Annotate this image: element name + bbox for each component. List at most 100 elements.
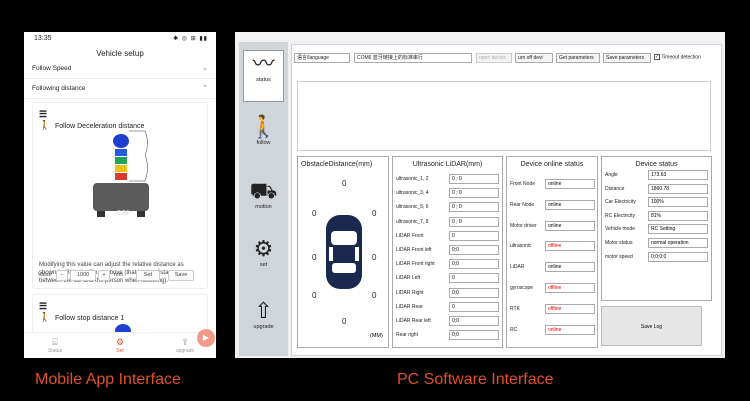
ultrasonic-row-label: LiDAR Right	[396, 289, 424, 296]
ultrasonic-row-value: 0 ; 0	[449, 174, 499, 184]
sidebar-label: motion	[255, 204, 272, 210]
sidebar-label: follow	[256, 140, 271, 146]
online-row-label: gyroscope	[510, 285, 534, 291]
ultrasonic-row-label: LiDAR Front left	[396, 247, 432, 253]
value-input[interactable]: 1000	[70, 270, 96, 281]
obstacle-value-rear-right: 0	[372, 291, 377, 300]
device-status-row-value: 0;0;0;0	[648, 251, 708, 262]
timeout-detection-checkbox[interactable]: ✓ Timeout detection	[654, 54, 701, 60]
chart-icon: ⌸	[52, 337, 58, 347]
online-row-value: offline	[545, 241, 595, 252]
save-button[interactable]: Save	[168, 270, 194, 281]
device-status-row-value: 1860.78	[648, 183, 708, 194]
sidebar-item-follow[interactable]: 🚶 follow	[239, 114, 288, 146]
online-row-label: LiDAR	[510, 264, 525, 271]
truck-icon: ⛟	[249, 178, 278, 203]
upload-arrow-icon: ⇧	[254, 298, 273, 323]
video-icon: ▶	[202, 333, 210, 342]
sidebar-item-set[interactable]: ⚙ set	[239, 236, 288, 268]
device-status-row-value: normal operation	[648, 238, 708, 248]
device-status-row-value: 100%	[648, 197, 708, 208]
panel-title: Ultrasonic LiDAR(mm)	[412, 161, 483, 168]
device-status-row-label: Distance	[605, 185, 625, 192]
online-row-label: RTK	[510, 305, 520, 312]
timeout-label: Timeout detection	[661, 54, 701, 61]
ultrasonic-row-label: ultrasonic_1, 2	[396, 176, 429, 182]
device-status-row-label: Angle	[605, 172, 618, 178]
nav-set[interactable]: ⚙ Set	[95, 336, 145, 354]
nav-set-label: Set	[116, 348, 124, 354]
online-row-value: offline	[545, 283, 595, 293]
obstacle-value-front-left: 0	[312, 209, 317, 218]
obstacle-unit: (MM)	[370, 333, 383, 339]
device-status-row-value: 173.63	[648, 170, 708, 180]
obstacle-value-rear-left: 0	[312, 291, 317, 300]
nav-status-label: Status	[47, 348, 63, 354]
gear-icon: ⚙	[253, 236, 274, 261]
language-select[interactable]: 语言/language	[294, 53, 350, 63]
online-row-label: ultrasonic	[510, 243, 532, 250]
device-status-row-label: motor speed	[605, 253, 633, 260]
online-row-label: Motor driver	[510, 222, 537, 229]
ultrasonic-row-value: 0 ; 0	[449, 188, 499, 199]
ultrasonic-row-label: Rear right	[396, 332, 418, 339]
phone-status-bar: 13:35 ✱ ◎ ⊞ ▮▮	[24, 32, 216, 46]
ultrasonic-lidar-panel: Ultrasonic LiDAR(mm) ultrasonic_1, 2 0 ; …	[392, 156, 503, 348]
nav-upgrade-label: upgrade	[175, 348, 195, 354]
obstacle-value-rear: 0	[342, 317, 347, 326]
ultrasonic-row-label: ultrasonic_5, 6	[396, 204, 429, 211]
open-device-button[interactable]: open device	[476, 53, 512, 63]
walking-person-icon: ☰🚶	[39, 301, 51, 322]
nav-status[interactable]: ⌸ Status	[30, 336, 80, 354]
ultrasonic-row-value: 0;0	[449, 330, 499, 341]
device-status-row-label: Vehicle mode	[605, 226, 636, 233]
online-row-label: Rear Node	[510, 201, 535, 208]
increment-button[interactable]: +	[98, 270, 110, 281]
get-parameters-button[interactable]: Get parameters	[556, 53, 600, 63]
pc-caption: PC Software Interface	[397, 371, 554, 388]
device-status-row-label: Car Electricity	[605, 199, 636, 206]
device-online-status-panel: Device online status Front Node online Rea…	[506, 156, 598, 348]
following-distance-label: Following distance	[32, 85, 86, 92]
floating-video-button[interactable]: ▶	[197, 329, 215, 347]
follow-speed-label: Follow Speed	[32, 65, 72, 72]
device-status-row-label: Motor status	[605, 240, 633, 246]
chevron-up-icon: ⌃	[202, 85, 208, 92]
walking-person-icon: ☰🚶	[39, 109, 51, 130]
main-panel: 语言/language COM6 蓝牙链接上的标准串行 open device …	[291, 44, 722, 356]
online-row-label: Front Node	[510, 181, 536, 187]
status-icons: ✱ ◎ ⊞ ▮▮	[173, 36, 208, 42]
gear-icon: ⚙	[115, 337, 125, 347]
sidebar-item-motion[interactable]: ⛟ motion	[239, 178, 288, 210]
save-log-button[interactable]: Save Log	[601, 306, 702, 346]
device-status-row-value: 81%	[648, 210, 708, 221]
ultrasonic-row-value: 0 ; 0	[449, 202, 499, 213]
ultrasonic-row-label: ultrasonic_3, 4	[396, 190, 429, 197]
pc-software-window: 〰 status 🚶 follow ⛟ motion ⚙ set ⇧ upgra…	[235, 32, 725, 358]
ultrasonic-row-value: 0	[449, 273, 499, 284]
set-button[interactable]: Set	[136, 270, 160, 281]
decrement-button[interactable]: −	[56, 270, 68, 281]
ultrasonic-row-label: ultrasonic_7, 8	[396, 218, 429, 225]
log-output-area[interactable]	[297, 81, 711, 151]
sidebar-item-status[interactable]: 〰 status	[243, 50, 284, 102]
card-header: ☰🚶 Follow Deceleration distance	[39, 109, 144, 131]
chevron-down-icon: ⌄	[202, 65, 208, 72]
sidebar-label: upgrade	[253, 324, 274, 330]
port-select[interactable]: COM6 蓝牙链接上的标准串行	[354, 53, 472, 63]
ultrasonic-row-value: 0;0	[449, 287, 499, 298]
sidebar-item-upgrade[interactable]: ⇧ upgrade	[239, 298, 288, 330]
window-title-bar	[235, 32, 725, 40]
ultrasonic-row-label: LiDAR Front	[396, 232, 424, 239]
device-status-row-value: RC Setting	[648, 224, 708, 235]
turn-off-device-button[interactable]: urn off devi	[515, 53, 553, 63]
page-title: Vehicle setup	[96, 49, 144, 58]
car-top-view-icon	[326, 215, 362, 289]
menu-follow-speed[interactable]: Follow Speed ⌄	[24, 59, 216, 79]
card-stop-distance: ☰🚶 Follow stop distance 1	[32, 294, 208, 335]
menu-following-distance[interactable]: Following distance ⌃	[24, 79, 216, 99]
save-parameters-button[interactable]: Save parameters	[603, 53, 651, 63]
card-deceleration-distance: ☰🚶 Follow Deceleration distance car Modi…	[32, 102, 208, 289]
ultrasonic-row-label: LiDAR Left	[396, 275, 421, 282]
value-control-row: Value − 1000 + mm Set Save	[38, 269, 203, 283]
